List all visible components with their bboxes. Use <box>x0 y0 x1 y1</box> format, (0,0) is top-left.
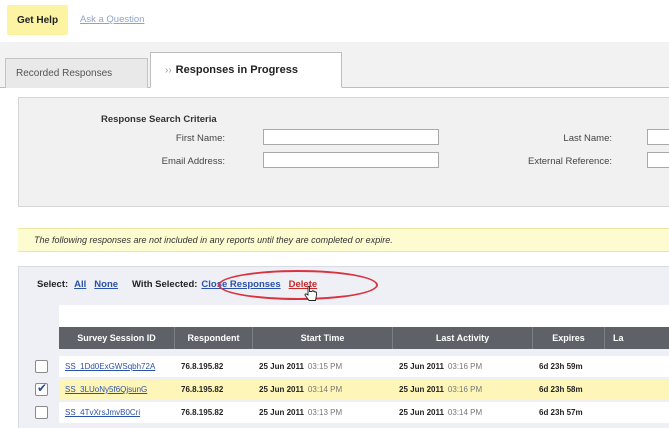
email-field[interactable] <box>263 152 439 168</box>
tab-responses-in-progress[interactable]: ›› Responses in Progress <box>150 52 342 88</box>
table-row: SS_4TvXrsJmvB0Cri 76.8.195.82 25 Jun 201… <box>59 402 669 423</box>
chevron-right-icon: ›› <box>165 64 172 76</box>
with-selected-label: With Selected: <box>132 279 198 290</box>
tab-bar: Recorded Responses ›› Responses in Progr… <box>0 42 669 88</box>
table-row: SS_3LUoNy5f6QjsunG 76.8.195.82 25 Jun 20… <box>59 379 669 400</box>
respondent-cell: 76.8.195.82 <box>181 408 224 417</box>
email-label: Email Address: <box>161 156 225 167</box>
hand-cursor-icon <box>304 286 317 301</box>
row-checkbox[interactable] <box>35 360 48 373</box>
responses-table-panel: Select: All None With Selected: Close Re… <box>18 266 669 428</box>
first-name-label: First Name: <box>175 133 225 144</box>
table-row: SS_1Dd0ExGWSqbh72A 76.8.195.82 25 Jun 20… <box>59 356 669 377</box>
session-id-link[interactable]: SS_3LUoNy5f6QjsunG <box>59 379 175 400</box>
ask-question-link[interactable]: Ask a Question <box>80 14 144 25</box>
col-header-respondent[interactable]: Respondent <box>175 327 253 349</box>
col-header-last[interactable]: La <box>605 327 669 349</box>
tab-label: Responses in Progress <box>175 64 298 76</box>
col-header-last-activity[interactable]: Last Activity <box>393 327 533 349</box>
table-header: Survey Session ID Respondent Start Time … <box>59 327 669 349</box>
respondent-cell: 76.8.195.82 <box>181 385 224 394</box>
expires-cell: 6d 23h 59m <box>539 362 583 371</box>
last-name-label: Last Name: <box>563 133 612 144</box>
tab-label: Recorded Responses <box>16 68 113 79</box>
select-label: Select: <box>37 279 69 290</box>
last-activity-cell: 25 Jun 2011 03:14 PM <box>399 408 483 417</box>
notice-text: The following responses are not included… <box>34 235 393 245</box>
last-name-field[interactable] <box>647 129 669 145</box>
expires-cell: 6d 23h 58m <box>539 385 583 394</box>
respondent-cell: 76.8.195.82 <box>181 362 224 371</box>
first-name-field[interactable] <box>263 129 439 145</box>
external-reference-label: External Reference: <box>528 156 612 167</box>
last-activity-cell: 25 Jun 2011 03:16 PM <box>399 362 483 371</box>
start-time-cell: 25 Jun 2011 03:13 PM <box>259 408 343 417</box>
col-header-session-id[interactable]: Survey Session ID <box>59 327 175 349</box>
get-help-button[interactable]: Get Help <box>7 5 68 35</box>
last-activity-cell: 25 Jun 2011 03:16 PM <box>399 385 483 394</box>
start-time-cell: 25 Jun 2011 03:14 PM <box>259 385 343 394</box>
highlight-oval <box>218 270 378 300</box>
session-id-link[interactable]: SS_4TvXrsJmvB0Cri <box>59 402 175 423</box>
criteria-title: Response Search Criteria <box>101 114 217 125</box>
start-time-cell: 25 Jun 2011 03:15 PM <box>259 362 343 371</box>
session-id-link[interactable]: SS_1Dd0ExGWSqbh72A <box>59 356 175 377</box>
expires-cell: 6d 23h 57m <box>539 408 583 417</box>
tab-recorded-responses[interactable]: Recorded Responses <box>5 58 148 88</box>
row-checkbox[interactable] <box>35 406 48 419</box>
top-bar: Get Help Ask a Question <box>0 0 669 42</box>
table-spacer <box>59 305 669 327</box>
col-header-start-time[interactable]: Start Time <box>253 327 393 349</box>
search-criteria-panel: Response Search Criteria First Name: Ema… <box>18 97 669 207</box>
external-reference-field[interactable] <box>647 152 669 168</box>
select-none-link[interactable]: None <box>94 279 118 290</box>
select-all-link[interactable]: All <box>74 279 86 290</box>
notice-banner: The following responses are not included… <box>18 228 669 252</box>
row-checkbox-checked[interactable] <box>35 381 48 396</box>
col-header-expires[interactable]: Expires <box>533 327 605 349</box>
